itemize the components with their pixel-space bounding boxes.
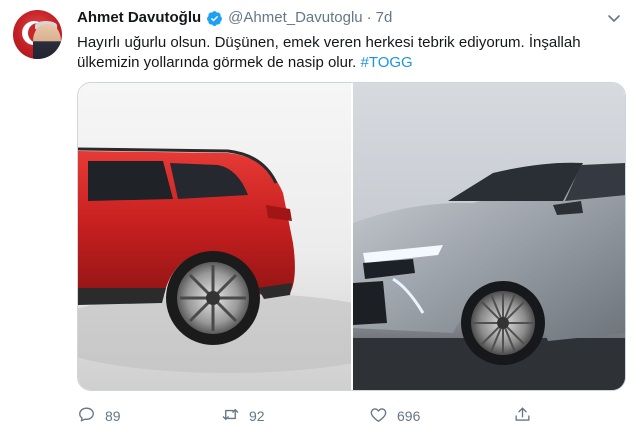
like-icon bbox=[369, 405, 388, 427]
retweet-button[interactable]: 92 bbox=[221, 403, 265, 429]
hashtag-link[interactable]: #TOGG bbox=[360, 54, 412, 71]
like-count: 696 bbox=[397, 408, 421, 424]
timestamp[interactable]: 7d bbox=[376, 8, 393, 28]
tweet-header: Ahmet Davutoğlu @Ahmet_Davutoglu · 7d bbox=[77, 8, 392, 28]
tweet-text-body: Hayırlı uğurlu olsun. Düşünen, emek vere… bbox=[77, 34, 581, 71]
avatar-person bbox=[33, 24, 61, 59]
tweet-text: Hayırlı uğurlu olsun. Düşünen, emek vere… bbox=[77, 33, 617, 73]
reply-icon bbox=[77, 405, 96, 427]
red-suv-rear-photo[interactable] bbox=[78, 83, 351, 390]
verified-badge-icon bbox=[206, 10, 223, 27]
retweet-count: 92 bbox=[249, 408, 265, 424]
avatar[interactable] bbox=[13, 10, 62, 59]
like-button[interactable]: 696 bbox=[369, 403, 420, 429]
tweet-actions: 89 92 696 bbox=[77, 403, 547, 429]
media-grid bbox=[77, 82, 626, 391]
share-icon bbox=[513, 405, 532, 427]
retweet-icon bbox=[221, 405, 240, 427]
reply-count: 89 bbox=[105, 408, 121, 424]
silver-sedan-front-photo[interactable] bbox=[352, 83, 625, 390]
separator-dot: · bbox=[366, 9, 372, 26]
author-name[interactable]: Ahmet Davutoğlu bbox=[77, 8, 201, 28]
share-button[interactable] bbox=[513, 403, 532, 429]
chevron-down-icon[interactable] bbox=[606, 10, 622, 26]
author-handle[interactable]: @Ahmet_Davutoglu bbox=[228, 8, 362, 28]
reply-button[interactable]: 89 bbox=[77, 403, 121, 429]
